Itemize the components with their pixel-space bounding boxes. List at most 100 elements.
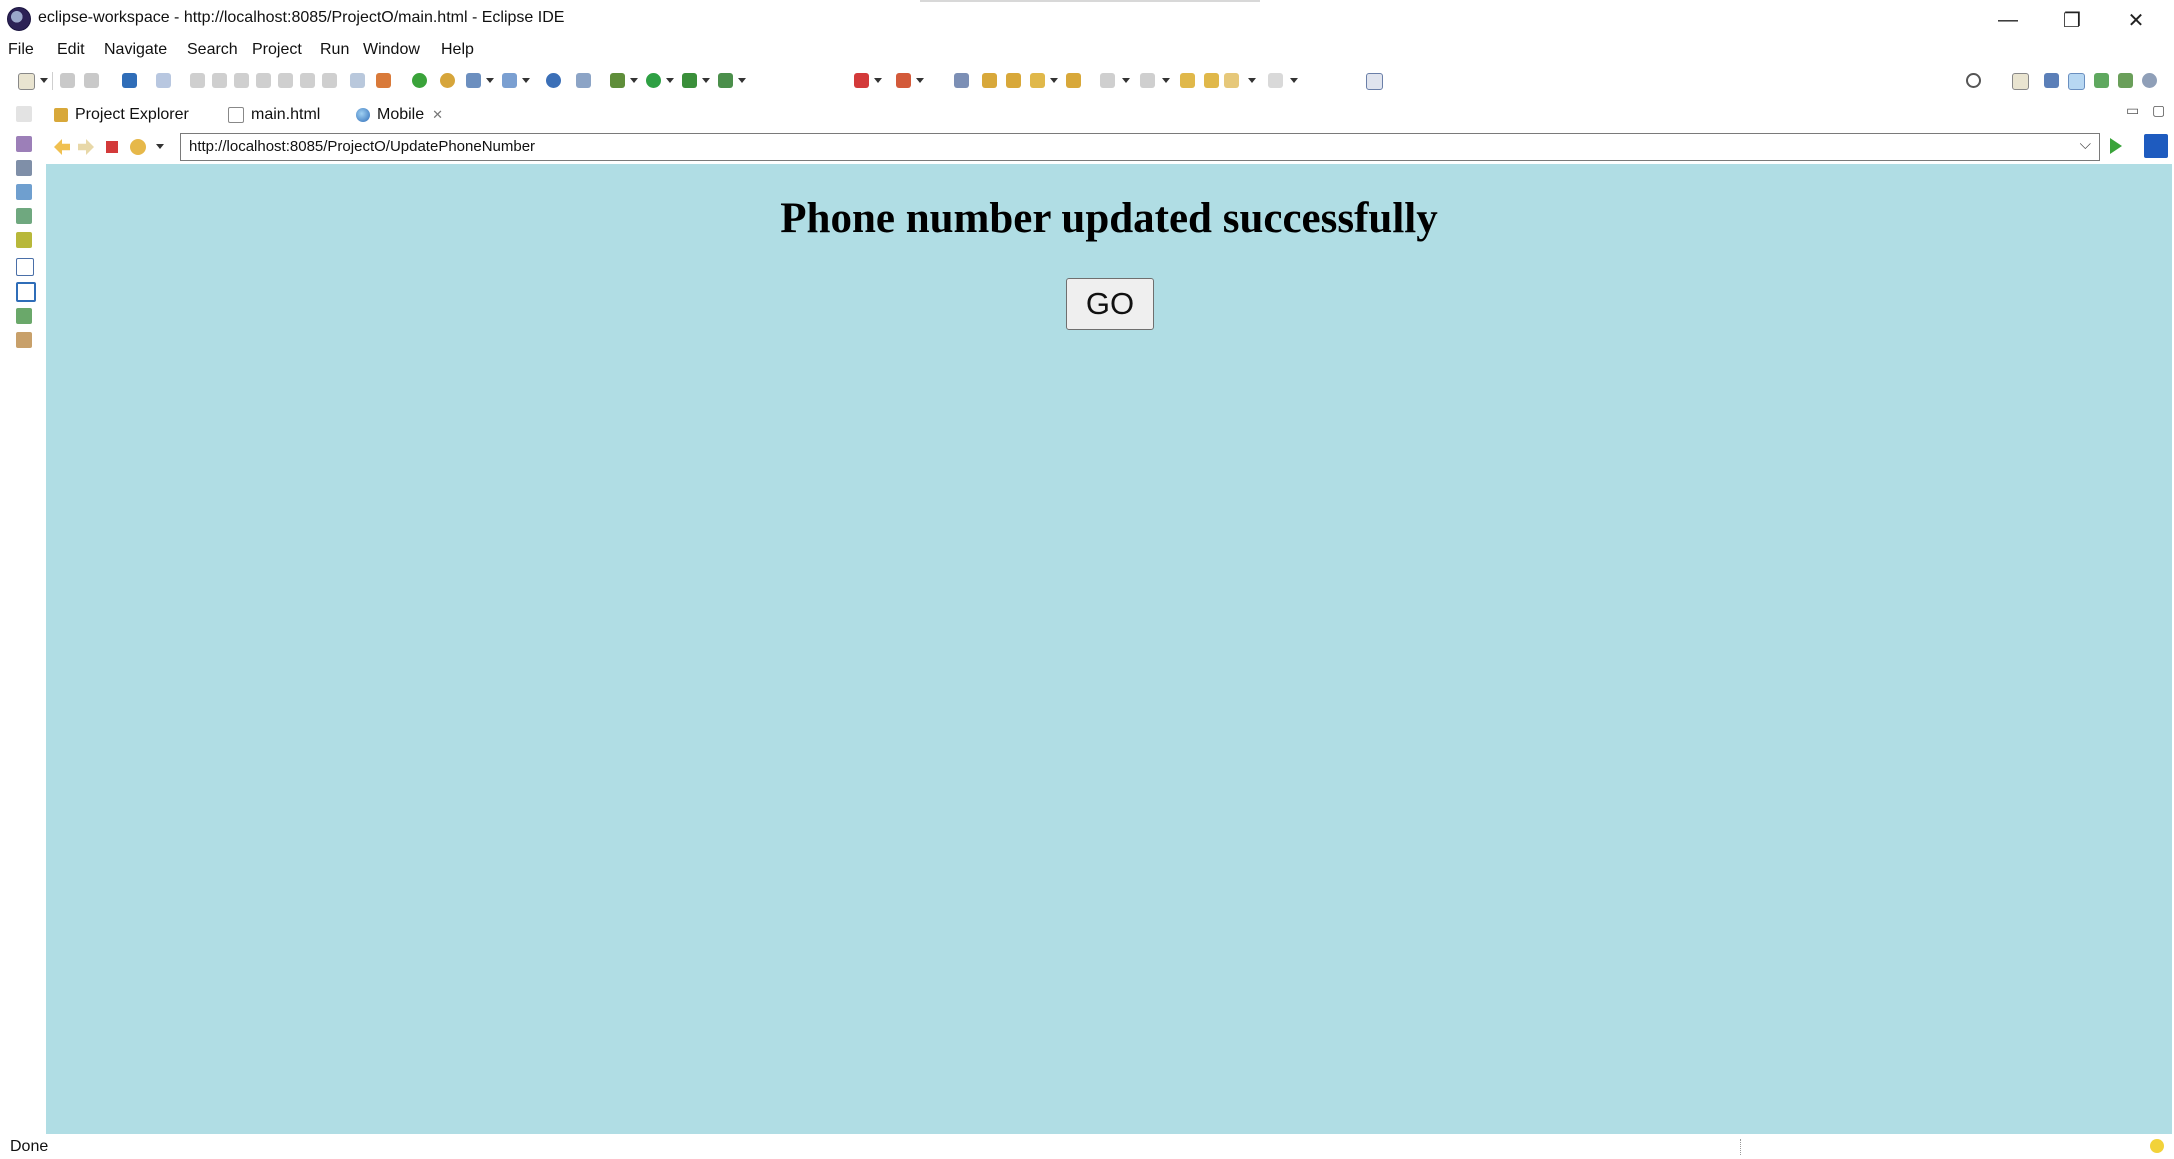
problems-icon[interactable]: [16, 282, 36, 302]
use-step-filters-icon[interactable]: [376, 73, 391, 88]
web-browser-icon[interactable]: [546, 73, 561, 88]
menu-search[interactable]: Search: [187, 41, 238, 59]
forward-arrow-icon[interactable]: [78, 139, 94, 155]
coverage-dropdown-icon[interactable]: [702, 78, 710, 83]
snippets-icon[interactable]: [16, 232, 32, 248]
pin-dropdown-icon[interactable]: [1050, 78, 1058, 83]
new-dropdown-icon[interactable]: [40, 78, 48, 83]
publish-icon[interactable]: [896, 73, 911, 88]
outline-icon[interactable]: [16, 184, 32, 200]
open-task-icon[interactable]: [982, 73, 997, 88]
toolbar-separator: [52, 72, 53, 90]
junit-icon[interactable]: [16, 332, 32, 348]
save-icon[interactable]: [60, 73, 75, 88]
close-window-button[interactable]: ✕: [2106, 3, 2166, 37]
menu-navigate[interactable]: Navigate: [104, 41, 167, 59]
minimize-button[interactable]: —: [1978, 3, 2038, 37]
refresh-server-icon[interactable]: [440, 73, 455, 88]
stop-server-dropdown-icon[interactable]: [874, 78, 882, 83]
skip-breakpoints-icon[interactable]: [156, 73, 171, 88]
stop-icon[interactable]: [106, 141, 118, 153]
web-perspective-icon[interactable]: [2068, 73, 2085, 90]
external-tools-icon[interactable]: [718, 73, 733, 88]
run-icon[interactable]: [646, 73, 661, 88]
stop-server-icon[interactable]: [854, 73, 869, 88]
terminal-icon[interactable]: [122, 73, 137, 88]
git-perspective-icon[interactable]: [2094, 73, 2109, 88]
terminate-icon[interactable]: [234, 73, 249, 88]
debug-dropdown-icon[interactable]: [630, 78, 638, 83]
previous-annotation-dropdown-icon[interactable]: [1162, 78, 1170, 83]
data-source-icon[interactable]: [16, 208, 32, 224]
menu-run[interactable]: Run: [320, 41, 349, 59]
run-dropdown-icon[interactable]: [666, 78, 674, 83]
disconnect-icon[interactable]: [256, 73, 271, 88]
server-icon[interactable]: [466, 73, 481, 88]
refresh-icon[interactable]: [130, 139, 146, 155]
forward-history-icon[interactable]: [1268, 73, 1283, 88]
back-arrow-icon[interactable]: [54, 139, 70, 155]
restore-view-icon[interactable]: [16, 106, 32, 122]
step-into-icon[interactable]: [278, 73, 293, 88]
menu-help[interactable]: Help: [441, 41, 474, 59]
console-icon[interactable]: [16, 258, 34, 276]
new-window-icon[interactable]: [1366, 73, 1383, 90]
menu-window[interactable]: Window: [363, 41, 420, 59]
open-type-icon[interactable]: [954, 73, 969, 88]
open-resource-icon[interactable]: [1006, 73, 1021, 88]
forward-icon[interactable]: [1224, 73, 1239, 88]
url-input[interactable]: http://localhost:8085/ProjectO/UpdatePho…: [180, 133, 2100, 161]
server-dropdown-icon[interactable]: [486, 78, 494, 83]
menu-project[interactable]: Project: [252, 41, 302, 59]
search-icon[interactable]: [1966, 73, 1981, 88]
profile-icon[interactable]: [502, 73, 517, 88]
minimize-view-icon[interactable]: ▭: [2126, 102, 2139, 119]
coverage-icon[interactable]: [682, 73, 697, 88]
restore-button[interactable]: ❐: [2042, 3, 2102, 37]
debug-perspective-icon[interactable]: [2118, 73, 2133, 88]
go-arrow-icon[interactable]: [2110, 138, 2122, 154]
url-history-dropdown-icon[interactable]: ⌵: [2080, 136, 2091, 153]
java-ee-perspective-icon[interactable]: [2044, 73, 2059, 88]
open-external-browser-icon[interactable]: [2144, 134, 2168, 158]
next-annotation-dropdown-icon[interactable]: [1122, 78, 1130, 83]
menu-file[interactable]: File: [8, 41, 34, 59]
page-heading: Phone number updated successfully: [780, 195, 1438, 242]
step-return-icon[interactable]: [322, 73, 337, 88]
pin-icon[interactable]: [1030, 73, 1045, 88]
menu-edit[interactable]: Edit: [57, 41, 85, 59]
go-button[interactable]: GO: [1066, 278, 1154, 330]
properties-icon[interactable]: [16, 308, 32, 324]
package-explorer-icon[interactable]: [16, 136, 32, 152]
tab-project-explorer[interactable]: Project Explorer: [54, 102, 189, 128]
suspend-icon[interactable]: [212, 73, 227, 88]
save-all-icon[interactable]: [84, 73, 99, 88]
maximize-view-icon[interactable]: ▢: [2152, 102, 2165, 119]
refresh-dropdown-icon[interactable]: [156, 144, 164, 149]
tab-label: Mobile: [377, 106, 425, 123]
forward-history-dropdown-icon[interactable]: [1290, 78, 1298, 83]
forward-dropdown-icon[interactable]: [1248, 78, 1256, 83]
new-icon[interactable]: [18, 73, 35, 90]
ant-icon[interactable]: [412, 73, 427, 88]
close-tab-icon[interactable]: ✕: [432, 107, 443, 123]
step-over-icon[interactable]: [300, 73, 315, 88]
drop-to-frame-icon[interactable]: [350, 73, 365, 88]
search-toolbar-icon[interactable]: [576, 73, 591, 88]
external-tools-dropdown-icon[interactable]: [738, 78, 746, 83]
open-folder-icon[interactable]: [1066, 73, 1081, 88]
publish-dropdown-icon[interactable]: [916, 78, 924, 83]
back-icon[interactable]: [1204, 73, 1219, 88]
debug-icon[interactable]: [610, 73, 625, 88]
previous-annotation-icon[interactable]: [1140, 73, 1155, 88]
last-edit-icon[interactable]: [1180, 73, 1195, 88]
next-annotation-icon[interactable]: [1100, 73, 1115, 88]
servers-icon[interactable]: [16, 160, 32, 176]
tab-mobile[interactable]: Mobile ✕: [356, 102, 444, 128]
profile-dropdown-icon[interactable]: [522, 78, 530, 83]
open-perspective-icon[interactable]: [2012, 73, 2029, 90]
java-perspective-icon[interactable]: [2142, 73, 2157, 88]
tips-icon[interactable]: [2150, 1139, 2164, 1153]
resume-icon[interactable]: [190, 73, 205, 88]
tab-main-html[interactable]: main.html: [228, 102, 320, 128]
